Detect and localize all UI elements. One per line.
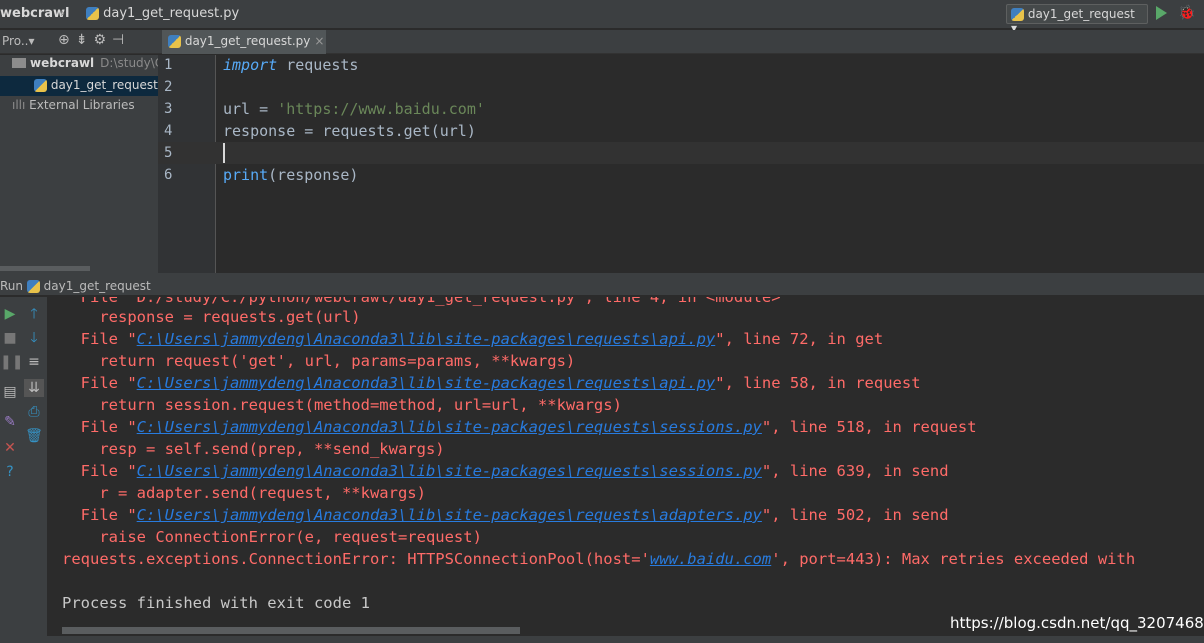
- url-link[interactable]: www.baidu.com: [650, 550, 771, 568]
- console-line: return session.request(method=method, ur…: [62, 396, 622, 414]
- target-icon[interactable]: ⊕: [58, 32, 76, 48]
- tree-file-label: day1_get_request.p: [50, 78, 158, 92]
- help-icon[interactable]: ?: [0, 463, 20, 481]
- console-text: ', port=443): Max retries exceeded with: [771, 550, 1136, 568]
- text-caret: [223, 143, 225, 163]
- run-configuration-select[interactable]: day1_get_request ▾: [1006, 4, 1148, 35]
- project-toolbar-icons: ⊕⇟⚙⊣: [58, 32, 130, 48]
- run-panel-header: [0, 276, 1204, 296]
- status-bar: [0, 636, 1204, 643]
- run-config-title: day1_get_request: [43, 279, 151, 293]
- console-line: return request('get', url, params=params…: [62, 352, 576, 370]
- console-text: File ": [62, 418, 137, 436]
- run-panel-title: Run day1_get_request: [0, 279, 151, 293]
- file-link[interactable]: C:\Users\jammydeng\Anaconda3\lib\site-pa…: [137, 506, 762, 524]
- console-line: File "C:\Users\jammydeng\Anaconda3\lib\s…: [62, 328, 884, 350]
- console-line: File "C:\Users\jammydeng\Anaconda3\lib\s…: [62, 416, 977, 438]
- collapse-icon[interactable]: ⇟: [76, 32, 94, 48]
- string-literal: 'https://www.baidu.com': [277, 100, 485, 118]
- builtin-print: print: [223, 166, 269, 184]
- tab-label: day1_get_request.py: [184, 34, 311, 48]
- arrow-up-icon[interactable]: 🡑: [24, 305, 44, 323]
- console-line: r = adapter.send(request, **kwargs): [62, 484, 426, 502]
- console-text: File ": [62, 506, 137, 524]
- breadcrumb-file[interactable]: day1_get_request.py: [86, 6, 239, 21]
- console-text: File ": [62, 330, 137, 348]
- code-text: url =: [223, 100, 278, 118]
- console-text: ", line 72, in get: [715, 330, 884, 348]
- line-number: 2: [164, 79, 173, 95]
- close-icon[interactable]: ×: [314, 34, 324, 48]
- keyword-import: import: [223, 56, 278, 74]
- console-text: ", line 502, in send: [761, 506, 949, 524]
- current-line-highlight: [158, 142, 1204, 164]
- breadcrumb-file-label: day1_get_request.py: [103, 6, 240, 21]
- run-label: Run: [0, 279, 24, 293]
- console-text: File ": [62, 462, 137, 480]
- error-line: requests.exceptions.ConnectionError: HTT…: [62, 548, 1135, 570]
- scroll-to-end-icon[interactable]: ⇊: [24, 379, 44, 397]
- console-text: ", line 58, in request: [715, 374, 921, 392]
- line-number: 5: [164, 145, 173, 161]
- code-line-6: print(response): [0, 164, 1046, 186]
- tab-day1-get-request[interactable]: day1_get_request.py ×: [162, 30, 326, 54]
- pin-icon[interactable]: ⊣: [112, 32, 130, 48]
- exit-line: Process finished with exit code 1: [62, 594, 370, 612]
- console-text: File ": [62, 374, 137, 392]
- file-link[interactable]: C:\Users\jammydeng\Anaconda3\lib\site-pa…: [137, 462, 762, 480]
- run-toolbar-right: 🡑 🡓 ≡ ⇊ ⎙ 🗑: [20, 297, 48, 643]
- trash-icon[interactable]: 🗑: [24, 427, 44, 445]
- tree-file-item[interactable]: day1_get_request.p: [0, 76, 158, 96]
- breadcrumb-separator: ›: [60, 6, 66, 21]
- console-scrollbar[interactable]: [62, 627, 520, 634]
- console-line: File "C:\Users\jammydeng\Anaconda3\lib\s…: [62, 460, 949, 482]
- console-text: requests.exceptions.ConnectionError: HTT…: [62, 550, 650, 568]
- console-line: resp = self.send(prep, **send_kwargs): [62, 440, 445, 458]
- file-link[interactable]: C:\Users\jammydeng\Anaconda3\lib\site-pa…: [137, 330, 716, 348]
- console-line: File "C:\Users\jammydeng\Anaconda3\lib\s…: [62, 372, 921, 394]
- file-link[interactable]: C:\Users\jammydeng\Anaconda3\lib\site-pa…: [137, 418, 762, 436]
- soft-wrap-icon[interactable]: ≡: [24, 353, 44, 371]
- console-text: ", line 639, in send: [761, 462, 949, 480]
- arrow-down-icon[interactable]: 🡓: [24, 329, 44, 347]
- project-view-select[interactable]: Pro..▾: [2, 34, 34, 48]
- watermark: https://blog.csdn.net/qq_32074689: [950, 614, 1204, 632]
- run-button[interactable]: [1156, 6, 1167, 20]
- code-text: requests: [277, 56, 359, 74]
- debug-icon[interactable]: 🐞: [1178, 5, 1195, 21]
- print-icon[interactable]: ⎙: [24, 403, 44, 421]
- python-file-icon: [34, 79, 47, 92]
- python-file-icon: [1011, 8, 1024, 21]
- code-line-3: url = 'https://www.baidu.com': [0, 98, 1046, 120]
- file-link[interactable]: C:\Users\jammydeng\Anaconda3\lib\site-pa…: [137, 374, 716, 392]
- stop-icon[interactable]: ■: [0, 329, 20, 347]
- python-file-icon: [168, 35, 181, 48]
- code-text: response = requests.get(url): [223, 122, 476, 140]
- pin-tab-icon[interactable]: ✎: [0, 413, 20, 431]
- close-run-icon[interactable]: ✕: [0, 439, 20, 457]
- layout-icon[interactable]: ▤: [0, 383, 20, 401]
- pause-icon[interactable]: ❚❚: [0, 353, 23, 371]
- console-line: raise ConnectionError(e, request=request…: [62, 528, 482, 546]
- gear-icon[interactable]: ⚙: [93, 32, 112, 48]
- console-output[interactable]: File "D:/study/C:/python/webcrawl/day1_g…: [49, 297, 1204, 643]
- console-line: File "C:\Users\jammydeng\Anaconda3\lib\s…: [62, 504, 949, 526]
- console-text: ", line 518, in request: [761, 418, 977, 436]
- python-file-icon: [86, 7, 99, 20]
- console-line: response = requests.get(url): [62, 308, 361, 326]
- code-line-1: import requests: [0, 54, 1046, 76]
- tree-scrollbar[interactable]: [0, 266, 90, 271]
- code-text: (response): [268, 166, 359, 184]
- run-toolbar-left: ▶ ■ ❚❚ ▤ ✎ ✕ ?: [0, 297, 23, 643]
- rerun-icon[interactable]: ▶: [0, 305, 20, 323]
- python-file-icon: [26, 280, 40, 293]
- code-line-4: response = requests.get(url): [0, 120, 1046, 142]
